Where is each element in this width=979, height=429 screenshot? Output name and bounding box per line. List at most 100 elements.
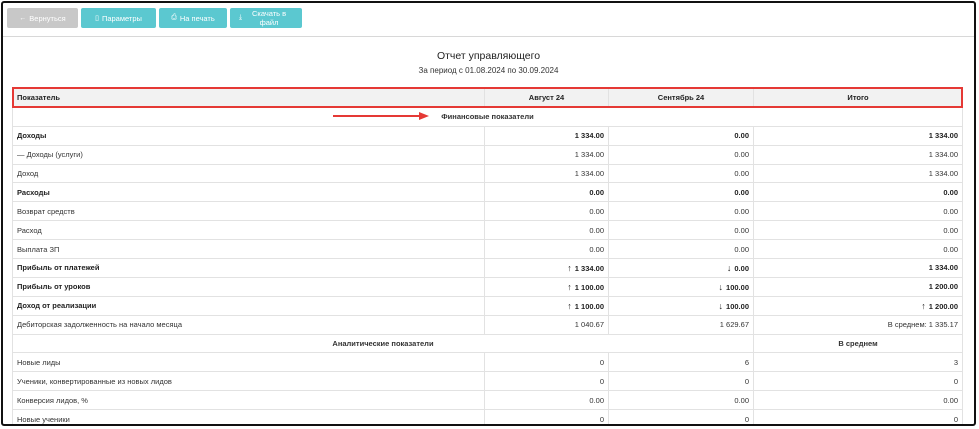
cell-september: 0.00	[608, 144, 754, 165]
cell-value: 0.00	[734, 263, 749, 273]
print-button[interactable]: ⎙ На печать	[159, 8, 227, 28]
column-header-indicator[interactable]: Показатель	[12, 88, 485, 108]
cell-total: 1 200.00	[753, 276, 963, 297]
section-title-financial: Финансовые показатели	[12, 106, 963, 127]
cell-total: ↑ 1 200.00	[753, 295, 963, 316]
cell-total: 1 334.00	[753, 258, 963, 278]
back-button-label: Вернуться	[29, 13, 66, 23]
column-header-august[interactable]: Август 24	[484, 88, 609, 108]
row-label: Доходы	[12, 125, 485, 146]
report-table: Показатель Август 24 Сентябрь 24 Итого Ф…	[12, 88, 963, 424]
cell-total: 0.00	[753, 201, 963, 222]
report-title: Отчет управляющего	[436, 50, 541, 62]
cell-total: 1 334.00	[753, 125, 963, 146]
table-row: Возврат средств 0.00 0.00 0.00	[12, 201, 963, 222]
row-label: Выплата ЗП	[12, 239, 485, 260]
table-row: Новые ученики 0 0 0	[12, 409, 963, 424]
table-row: Доход 1 334.00 0.00 1 334.00	[12, 163, 963, 184]
cell-total: 0	[753, 371, 963, 392]
cell-total: 1 334.00	[753, 163, 963, 184]
cell-august: ↑ 1 334.00	[484, 258, 609, 278]
cell-august: ↑ 1 100.00	[484, 295, 609, 316]
cell-august: 0.00	[484, 239, 609, 260]
cell-value: 1 334.00	[574, 263, 604, 273]
cell-total: 0.00	[753, 182, 963, 203]
table-header-row: Показатель Август 24 Сентябрь 24 Итого	[12, 88, 963, 108]
arrow-left-icon: ←	[19, 14, 27, 22]
parameters-button-label: Параметры	[101, 13, 142, 23]
cell-september: 0.00	[608, 163, 754, 184]
cell-august: 0	[484, 352, 609, 373]
cell-september: 0.00	[608, 220, 754, 241]
cell-total: 0.00	[753, 220, 963, 241]
cell-value: 100.00	[726, 282, 749, 292]
table-row: Конверсия лидов, % 0.00 0.00 0.00	[12, 390, 963, 411]
cell-september: 6	[608, 352, 754, 373]
cell-august: 1 334.00	[484, 163, 609, 184]
row-label: Конверсия лидов, %	[12, 390, 485, 411]
table-row: Расходы 0.00 0.00 0.00	[12, 182, 963, 203]
row-label: Возврат средств	[12, 201, 485, 222]
cell-september: 0.00	[608, 239, 754, 260]
cell-value: 1 200.00	[928, 301, 958, 311]
cell-september: 0.00	[608, 390, 754, 411]
cell-september: ↓ 0.00	[608, 258, 754, 278]
download-icon: ⤓	[239, 14, 243, 21]
table-row: Доход от реализации ↑ 1 100.00 ↓ 100.00 ↑ 1 20…	[12, 295, 963, 316]
cell-august: 1 334.00	[484, 144, 609, 165]
cell-september: ↓ 100.00	[608, 276, 754, 297]
cell-september: 0.00	[608, 201, 754, 222]
table-row: Выплата ЗП 0.00 0.00 0.00	[12, 239, 963, 260]
cell-value: 1 100.00	[574, 301, 604, 311]
row-label: Новые ученики	[12, 409, 485, 424]
cell-september: 1 629.67	[608, 314, 754, 335]
cell-august: 0.00	[484, 220, 609, 241]
cell-value: 1 100.00	[574, 282, 604, 292]
table-row: Расход 0.00 0.00 0.00	[12, 220, 963, 241]
document-icon: ▯	[95, 15, 99, 22]
row-label: Прибыль от уроков	[12, 276, 485, 297]
print-button-label: На печать	[179, 13, 215, 23]
back-button[interactable]: ← Вернуться	[7, 8, 78, 28]
trend-down-icon: ↓	[718, 281, 724, 292]
parameters-button[interactable]: ▯ Параметры	[81, 8, 156, 28]
column-header-september[interactable]: Сентябрь 24	[608, 88, 754, 108]
table-row: Прибыль от уроков ↑ 1 100.00 ↓ 100.00 1 200.0…	[12, 276, 963, 297]
table-row: Ученики, конвертированные из новых лидов…	[12, 371, 963, 392]
trend-down-icon: ↓	[718, 300, 724, 311]
table-row: — Доходы (услуги) 1 334.00 0.00 1 334.00	[12, 144, 963, 165]
cell-september: 0	[608, 409, 754, 424]
trend-up-icon: ↑	[567, 300, 572, 311]
toolbar: ← Вернуться ▯ Параметры ⎙ На печать ⤓ Ск…	[7, 8, 302, 30]
report-period: За период с 01.08.2024 по 30.09.2024	[418, 66, 559, 75]
cell-total: В среднем: 1 335.17	[753, 314, 963, 335]
cell-august: 0.00	[484, 201, 609, 222]
row-label: Расходы	[12, 182, 485, 203]
section-row-financial: Финансовые показатели	[12, 106, 963, 127]
cell-september: ↓ 100.00	[608, 295, 754, 316]
trend-up-icon: ↑	[921, 300, 926, 311]
cell-september: 0.00	[608, 125, 754, 146]
cell-august: 1 040.67	[484, 314, 609, 335]
column-header-total[interactable]: Итого	[753, 88, 963, 108]
cell-august: 0.00	[484, 182, 609, 203]
section-title-analytic: Аналитические показатели	[12, 333, 754, 354]
toolbar-divider	[3, 36, 974, 37]
table-row: Новые лиды 0 6 3	[12, 352, 963, 373]
trend-down-icon: ↓	[726, 262, 732, 273]
row-label: Доход от реализации	[12, 295, 485, 316]
cell-august: 0	[484, 409, 609, 424]
cell-august: 0	[484, 371, 609, 392]
row-label: Ученики, конвертированные из новых лидов	[12, 371, 485, 392]
section-row-analytic: Аналитические показатели В среднем	[12, 333, 963, 354]
cell-total: 0.00	[753, 390, 963, 411]
cell-value: 100.00	[726, 301, 749, 311]
trend-up-icon: ↑	[567, 262, 572, 273]
download-button[interactable]: ⤓ Скачать в файл	[230, 8, 302, 28]
section-title-average: В среднем	[753, 333, 963, 354]
cell-september: 0	[608, 371, 754, 392]
cell-august: ↑ 1 100.00	[484, 276, 609, 297]
cell-august: 0.00	[484, 390, 609, 411]
cell-total: 3	[753, 352, 963, 373]
cell-august: 1 334.00	[484, 125, 609, 146]
